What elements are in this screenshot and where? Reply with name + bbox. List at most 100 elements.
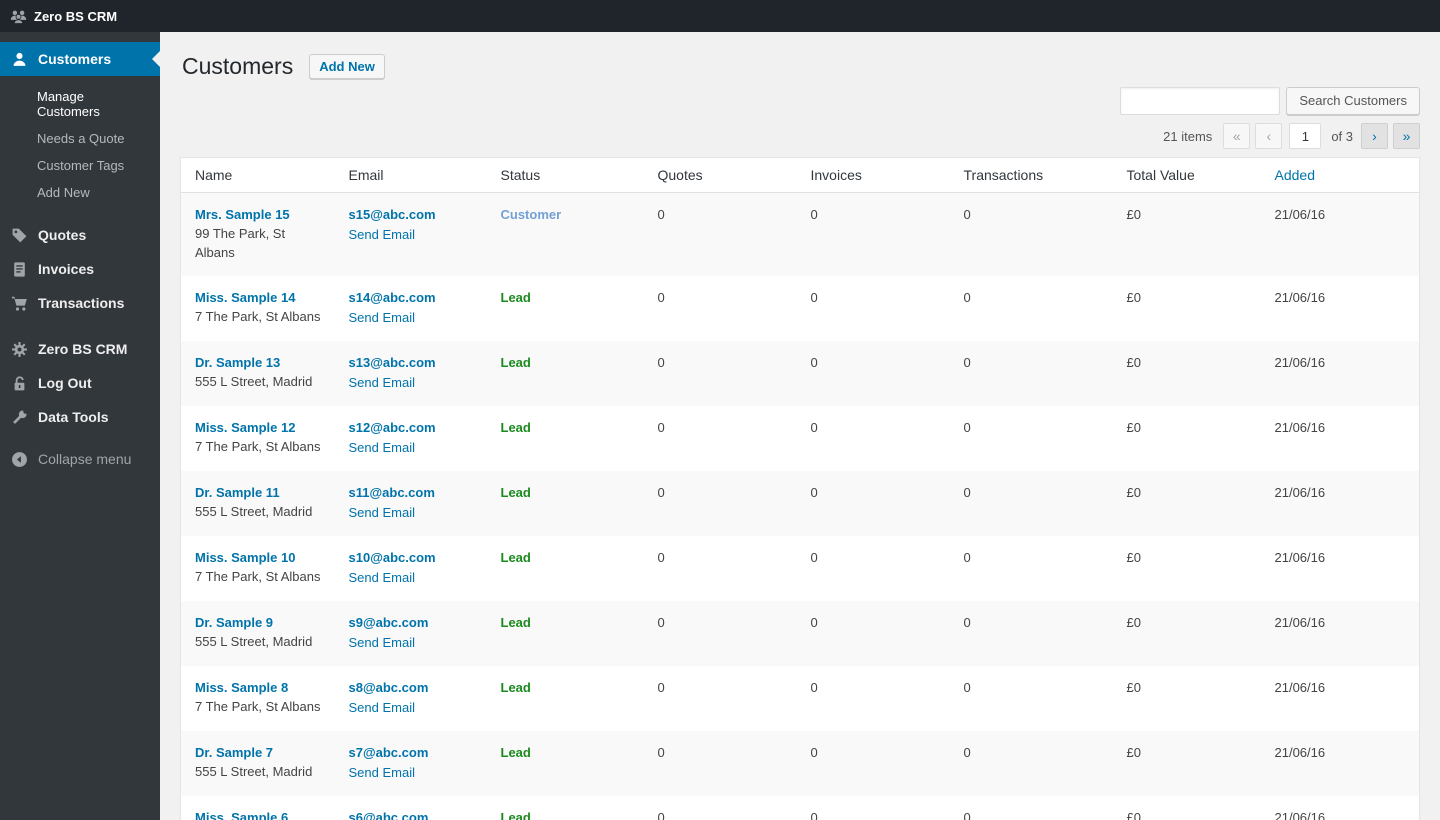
table-row: Dr. Sample 11 555 L Street, Madrid s11@a… [181,471,1420,536]
customer-name-link[interactable]: Miss. Sample 10 [195,550,295,565]
sidebar-item-customers[interactable]: Customers [0,42,160,76]
search-input[interactable] [1120,87,1280,115]
customer-name-link[interactable]: Dr. Sample 13 [195,355,280,370]
invoices-count: 0 [811,355,818,370]
sidebar-item-transactions[interactable]: Transactions [0,286,160,320]
document-icon [9,261,29,278]
customer-email-link[interactable]: s10@abc.com [349,548,473,567]
customers-table-body: Mrs. Sample 15 99 The Park, St Albans s1… [181,193,1420,820]
total-value: £0 [1127,485,1141,500]
column-header-total-value: Total Value [1113,158,1261,193]
transactions-count: 0 [964,485,971,500]
transactions-count: 0 [964,355,971,370]
sidebar-item-log-out[interactable]: Log Out [0,366,160,400]
groups-icon [10,8,27,25]
customer-name-link[interactable]: Dr. Sample 11 [195,485,280,500]
sidebar-item-quotes[interactable]: Quotes [0,218,160,252]
customer-address: 7 The Park, St Albans [195,307,321,326]
customer-email-link[interactable]: s6@abc.com [349,808,473,820]
admin-sidebar: Customers Manage Customers Needs a Quote… [0,32,160,820]
table-row: Dr. Sample 9 555 L Street, Madrid s9@abc… [181,601,1420,666]
customer-name-link[interactable]: Miss. Sample 6 [195,810,288,820]
tag-icon [9,227,29,244]
sidebar-item-label: Customers [38,51,111,67]
submenu-item-add-new[interactable]: Add New [0,179,160,206]
cart-icon [9,295,29,312]
sidebar-item-data-tools[interactable]: Data Tools [0,400,160,434]
customer-email-link[interactable]: s8@abc.com [349,678,473,697]
sidebar-item-label: Log Out [38,375,92,391]
invoices-count: 0 [811,550,818,565]
customers-table: Name Email Status Quotes Invoices Transa… [180,157,1420,820]
collapse-menu-label: Collapse menu [38,451,131,467]
table-row: Miss. Sample 10 7 The Park, St Albans s1… [181,536,1420,601]
added-date: 21/06/16 [1275,355,1326,370]
customer-email-link[interactable]: s7@abc.com [349,743,473,762]
transactions-count: 0 [964,680,971,695]
status-badge: Lead [501,290,531,305]
transactions-count: 0 [964,290,971,305]
customer-name-link[interactable]: Miss. Sample 14 [195,290,295,305]
customer-email-link[interactable]: s13@abc.com [349,353,473,372]
table-row: Dr. Sample 13 555 L Street, Madrid s13@a… [181,341,1420,406]
pagination-first-button: « [1223,123,1250,149]
submenu-item-customer-tags[interactable]: Customer Tags [0,152,160,179]
customer-email-link[interactable]: s15@abc.com [349,205,473,224]
customer-email-link[interactable]: s12@abc.com [349,418,473,437]
table-row: Dr. Sample 7 555 L Street, Madrid s7@abc… [181,731,1420,796]
customer-email-link[interactable]: s9@abc.com [349,613,473,632]
column-header-status: Status [487,158,644,193]
quotes-count: 0 [658,420,665,435]
status-badge: Lead [501,680,531,695]
send-email-link[interactable]: Send Email [349,763,415,782]
transactions-count: 0 [964,550,971,565]
send-email-link[interactable]: Send Email [349,633,415,652]
customer-email-link[interactable]: s14@abc.com [349,288,473,307]
invoices-count: 0 [811,680,818,695]
items-count: 21 items [1163,129,1212,144]
invoices-count: 0 [811,810,818,820]
customer-name-link[interactable]: Dr. Sample 7 [195,745,273,760]
added-date: 21/06/16 [1275,550,1326,565]
customer-name-link[interactable]: Miss. Sample 12 [195,420,295,435]
pagination-last-button[interactable]: » [1393,123,1420,149]
status-badge: Lead [501,810,531,820]
transactions-count: 0 [964,420,971,435]
send-email-link[interactable]: Send Email [349,225,415,244]
total-value: £0 [1127,745,1141,760]
submenu-item-manage-customers[interactable]: Manage Customers [0,83,160,125]
column-header-email: Email [335,158,487,193]
total-value: £0 [1127,207,1141,222]
collapse-menu-button[interactable]: Collapse menu [0,442,160,476]
send-email-link[interactable]: Send Email [349,503,415,522]
quotes-count: 0 [658,745,665,760]
customer-address: 7 The Park, St Albans [195,567,321,586]
status-badge: Lead [501,355,531,370]
quotes-count: 0 [658,680,665,695]
total-value: £0 [1127,355,1141,370]
customer-name-link[interactable]: Dr. Sample 9 [195,615,273,630]
sidebar-item-label: Quotes [38,227,86,243]
sidebar-item-zero-bs-crm[interactable]: Zero BS CRM [0,332,160,366]
customer-address: 555 L Street, Madrid [195,502,321,521]
send-email-link[interactable]: Send Email [349,698,415,717]
send-email-link[interactable]: Send Email [349,373,415,392]
sidebar-item-invoices[interactable]: Invoices [0,252,160,286]
send-email-link[interactable]: Send Email [349,568,415,587]
customer-email-link[interactable]: s11@abc.com [349,483,473,502]
customer-name-link[interactable]: Mrs. Sample 15 [195,207,290,222]
customer-name-link[interactable]: Miss. Sample 8 [195,680,288,695]
add-new-button[interactable]: Add New [309,54,385,80]
send-email-link[interactable]: Send Email [349,308,415,327]
pagination-next-button[interactable]: › [1361,123,1388,149]
quotes-count: 0 [658,810,665,820]
transactions-count: 0 [964,615,971,630]
added-date: 21/06/16 [1275,810,1326,820]
table-row: Miss. Sample 14 7 The Park, St Albans s1… [181,276,1420,341]
zero-bs-crm-logo[interactable]: Zero BS CRM [10,8,117,25]
send-email-link[interactable]: Send Email [349,438,415,457]
column-header-added[interactable]: Added [1261,158,1420,193]
search-customers-button[interactable]: Search Customers [1286,87,1420,115]
current-page-input[interactable] [1289,123,1321,149]
submenu-item-needs-a-quote[interactable]: Needs a Quote [0,125,160,152]
